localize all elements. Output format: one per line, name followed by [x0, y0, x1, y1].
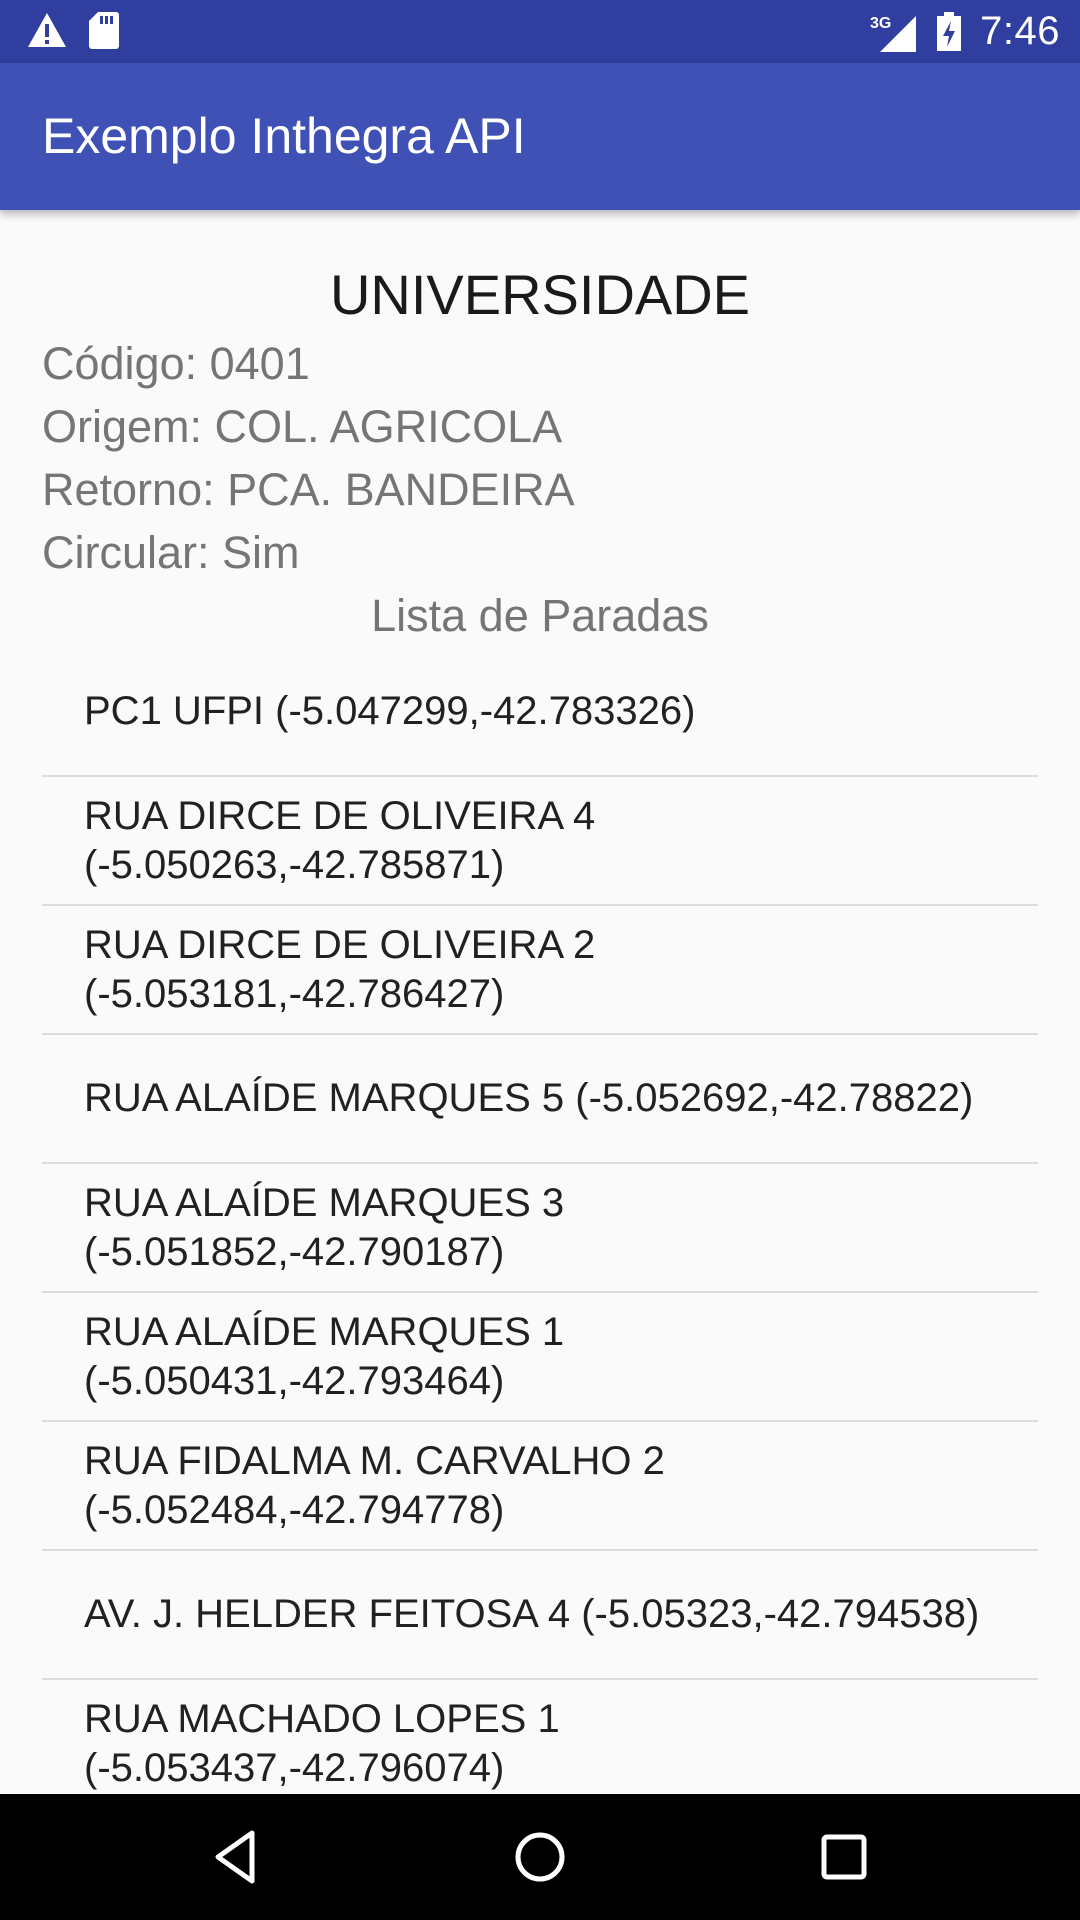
status-bar: 3G 7:46 — [0, 0, 1080, 63]
recents-icon[interactable] — [814, 1827, 874, 1887]
screen: 3G 7:46 Exemplo Inthegra API UNIVERSIDAD… — [0, 0, 1080, 1920]
list-item[interactable]: RUA DIRCE DE OLIVEIRA 4 (-5.050263,-42.7… — [42, 777, 1038, 906]
navigation-bar — [0, 1794, 1080, 1920]
stops-list-title: Lista de Paradas — [371, 590, 709, 641]
back-icon[interactable] — [206, 1827, 266, 1887]
line-circular: Circular: Sim — [42, 527, 300, 578]
battery-icon — [937, 11, 962, 51]
status-icons-left — [26, 10, 120, 50]
stop-label: RUA MACHADO LOPES 1 (-5.053437,-42.79607… — [84, 1696, 560, 1790]
line-name: UNIVERSIDADE — [329, 263, 751, 326]
sd-card-icon — [89, 12, 119, 49]
stops-list[interactable]: PC1 UFPI (-5.047299,-42.783326) RUA DIRC… — [42, 648, 1038, 1794]
list-item[interactable]: RUA ALAÍDE MARQUES 5 (-5.052692,-42.7882… — [42, 1035, 1038, 1164]
network-type-label: 3G — [870, 15, 891, 32]
stop-label: RUA DIRCE DE OLIVEIRA 2 (-5.053181,-42.7… — [84, 922, 596, 1016]
list-item[interactable]: RUA ALAÍDE MARQUES 1 (-5.050431,-42.7934… — [42, 1293, 1038, 1422]
list-item[interactable]: AV. J. HELDER FEITOSA 4 (-5.05323,-42.79… — [42, 1551, 1038, 1680]
stop-label: RUA ALAÍDE MARQUES 3 (-5.051852,-42.7901… — [84, 1180, 565, 1274]
stop-label: RUA DIRCE DE OLIVEIRA 4 (-5.050263,-42.7… — [84, 793, 596, 887]
line-origin: Origem: COL. AGRICOLA — [42, 401, 563, 452]
list-item[interactable]: RUA ALAÍDE MARQUES 3 (-5.051852,-42.7901… — [42, 1164, 1038, 1293]
line-code: Código: 0401 — [42, 338, 310, 389]
list-item[interactable]: RUA FIDALMA M. CARVALHO 2 (-5.052484,-42… — [42, 1422, 1038, 1551]
stop-label: RUA ALAÍDE MARQUES 5 (-5.052692,-42.7882… — [84, 1076, 974, 1120]
clock: 7:46 — [980, 9, 1060, 53]
home-icon[interactable] — [510, 1827, 570, 1887]
line-details: UNIVERSIDADE Código: 0401 Origem: COL. A… — [0, 210, 1080, 1794]
line-return: Retorno: PCA. BANDEIRA — [42, 464, 575, 515]
list-item[interactable]: RUA MACHADO LOPES 1 (-5.053437,-42.79607… — [42, 1680, 1038, 1794]
app-bar: Exemplo Inthegra API — [0, 63, 1080, 210]
warning-icon — [28, 13, 66, 47]
stop-label: RUA ALAÍDE MARQUES 1 (-5.050431,-42.7934… — [84, 1309, 565, 1403]
stop-label: AV. J. HELDER FEITOSA 4 (-5.05323,-42.79… — [84, 1592, 980, 1636]
stop-label: RUA FIDALMA M. CARVALHO 2 (-5.052484,-42… — [84, 1438, 665, 1532]
stop-label: PC1 UFPI (-5.047299,-42.783326) — [84, 689, 696, 733]
signal-3g-icon: 3G — [870, 15, 917, 52]
list-item[interactable]: PC1 UFPI (-5.047299,-42.783326) — [42, 648, 1038, 777]
list-item[interactable]: RUA DIRCE DE OLIVEIRA 2 (-5.053181,-42.7… — [42, 906, 1038, 1035]
status-icons-right: 3G 7:46 — [870, 0, 1060, 63]
app-title: Exemplo Inthegra API — [42, 108, 526, 164]
